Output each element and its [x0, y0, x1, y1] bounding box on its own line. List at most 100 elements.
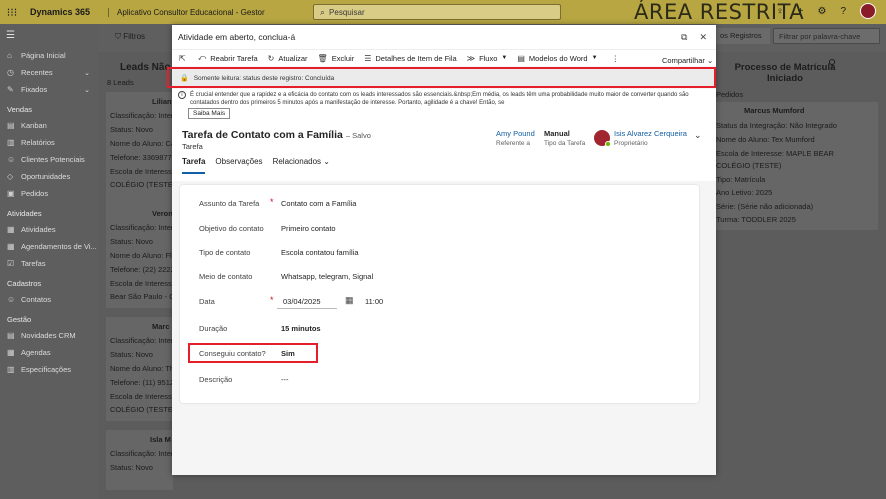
sidebar-item-contatos[interactable]: ☺ Contatos: [0, 291, 98, 308]
sidebar-item-clientes[interactable]: ☺ Clientes Potenciais: [0, 151, 98, 168]
chevron-down-icon: ⌄: [707, 56, 714, 65]
tab-observacoes[interactable]: Observações: [215, 157, 262, 174]
sidebar-item-kanban[interactable]: ▤ Kanban: [0, 117, 98, 134]
sidebar-item-atividades[interactable]: ▦ Atividades: [0, 221, 98, 238]
sidebar-group-atividades: Atividades: [7, 209, 42, 218]
info-notice: i É crucial entender que a rapidez e a e…: [172, 89, 716, 121]
calendar-icon: ▦: [7, 242, 15, 251]
sidebar-group-gestao: Gestão: [7, 315, 32, 324]
highlight-box-conseguiu-contato: [188, 343, 318, 363]
open-record-icon: ⇱: [179, 53, 186, 63]
user-avatar[interactable]: [860, 3, 876, 19]
order-icon: ▣: [7, 189, 15, 198]
top-actions: ♀ + ⚙ ?: [776, 3, 876, 19]
help-icon[interactable]: ?: [840, 6, 846, 17]
field-descricao: Descrição ---: [199, 375, 289, 384]
global-search-input[interactable]: ⌕ Pesquisar: [313, 4, 561, 20]
reopen-task-button[interactable]: ⤺ Reabrir Tarefa: [198, 53, 258, 63]
header-field-task-type: Manual Tipo da Tarefa: [544, 129, 586, 147]
open-record-button[interactable]: ⇱: [179, 54, 190, 63]
hamburger-icon[interactable]: ☰: [0, 24, 98, 47]
activity-icon: ▦: [7, 225, 15, 234]
keyword-filter-input[interactable]: Filtrar por palavra-chave: [773, 28, 880, 44]
header-field-owner: Isis Alvarez Cerqueira Proprietário: [614, 129, 687, 147]
close-icon[interactable]: ✕: [699, 32, 707, 43]
document-icon: ▥: [7, 365, 15, 374]
chevron-down-icon: ⌄: [323, 157, 330, 166]
sidebar-item-oportunidades[interactable]: ◇ Oportunidades: [0, 168, 98, 185]
more-commands-icon[interactable]: ⋮: [612, 54, 620, 63]
date-input-underline: [277, 308, 337, 309]
sidebar-group-vendas: Vendas: [7, 105, 33, 114]
lightbulb-icon[interactable]: ♀: [776, 6, 784, 17]
presence-indicator: [605, 141, 611, 147]
calendar-icon[interactable]: ▦: [345, 295, 354, 306]
share-button[interactable]: Compartilhar ⌄: [662, 56, 713, 65]
time-input[interactable]: 11:00: [365, 297, 383, 306]
app-name[interactable]: Aplicativo Consultor Educacional - Gesto…: [108, 7, 265, 17]
kanban-icon: ▤: [7, 121, 15, 130]
learn-more-button[interactable]: Saiba Mais: [188, 108, 231, 119]
lead-card[interactable]: Veron Classificação: Intere Status: Novo…: [106, 204, 179, 308]
brand-name[interactable]: Dynamics 365: [30, 7, 90, 17]
record-type: Tarefa: [182, 142, 203, 151]
flow-button[interactable]: ≫ Fluxo ▼: [467, 54, 508, 63]
flow-icon: ≫: [466, 53, 476, 63]
delete-button[interactable]: 🗑 Excluir: [318, 54, 355, 63]
clock-icon: ◷: [7, 68, 14, 77]
chevron-down-icon: ⌄: [84, 86, 90, 94]
news-icon: ▤: [7, 331, 15, 340]
open-in-new-window-icon[interactable]: ⧉: [681, 32, 687, 43]
lead-card[interactable]: Lilian Classificação: Intere Status: Nov…: [106, 92, 178, 212]
highlight-box-readonly: [167, 67, 716, 88]
home-icon: ⌂: [7, 51, 12, 60]
sidebar-item-relatorios[interactable]: ▥ Relatórios: [0, 134, 98, 151]
gear-icon[interactable]: ⚙: [817, 6, 826, 17]
chevron-down-icon: ▼: [501, 55, 508, 61]
word-templates-button[interactable]: ▤ Modelos do Word ▼: [517, 54, 597, 63]
sidebar-item-agendamentos[interactable]: ▦ Agendamentos de Vi...: [0, 238, 98, 255]
trash-icon: 🗑: [317, 53, 328, 63]
field-data: Data * 03/04/2025 ▦ 11:00: [199, 295, 679, 311]
tab-relacionados[interactable]: Relacionados ⌄: [273, 157, 330, 174]
calendar-icon: ▦: [7, 348, 15, 357]
filters-button[interactable]: ⛉ Filtros: [115, 32, 145, 42]
task-icon: ☑: [7, 259, 15, 268]
field-objetivo: Objetivo do contato Primeiro contato: [199, 224, 336, 233]
sidebar-item-tarefas[interactable]: ☑ Tarefas: [0, 255, 98, 272]
search-icon: ⌕: [320, 6, 326, 17]
chevron-down-icon: ▼: [591, 55, 598, 61]
sidebar-item-home[interactable]: ⌂ Página Inicial: [0, 47, 98, 64]
info-notice-text: É crucial entender que a rapidez e a efi…: [190, 92, 689, 106]
sidebar-item-recent[interactable]: ◷ Recentes ⌄: [0, 64, 98, 81]
required-indicator: *: [270, 295, 274, 305]
sidebar-item-pedidos[interactable]: ▣ Pedidos: [0, 185, 98, 202]
field-tipo-contato: Tipo de contato Escola contatou família: [199, 248, 359, 257]
report-icon: ▥: [7, 138, 15, 147]
task-dialog: Atividade em aberto, conclua-á ⧉ ✕ ⇱ ⤺ Re…: [172, 25, 716, 475]
queue-item-details-button[interactable]: ☰ Detalhes de Item de Fila: [364, 54, 456, 63]
date-input[interactable]: 03/04/2025: [283, 297, 321, 306]
expand-header-icon[interactable]: ⌄: [694, 130, 702, 141]
sidebar-item-pinned[interactable]: ✎ Fixados ⌄: [0, 81, 98, 98]
save-status: – Salvo: [345, 131, 371, 140]
plus-icon[interactable]: +: [798, 6, 804, 17]
process-card[interactable]: Marcus Mumford Status da Integração: Não…: [716, 102, 878, 230]
sidebar-item-agendas[interactable]: ▦ Agendas: [0, 344, 98, 361]
opportunity-icon: ◇: [7, 172, 14, 181]
records-button[interactable]: os Registros: [716, 28, 770, 44]
lead-card[interactable]: Marc Classificação: Intere Status: Novo …: [106, 317, 178, 421]
refresh-icon: ↻: [267, 53, 275, 63]
info-icon: i: [178, 91, 186, 99]
sidebar-item-especificacoes[interactable]: ▥ Especificações: [0, 361, 98, 378]
queue-icon: ☰: [364, 53, 372, 63]
sidebar-item-novidades[interactable]: ▤ Novidades CRM: [0, 327, 98, 344]
refresh-button[interactable]: ↻ Atualizar: [268, 54, 308, 63]
sidebar-group-cadastros: Cadastros: [7, 279, 42, 288]
lead-card[interactable]: Isla M Classificação: Intere Status: Nov…: [106, 430, 178, 490]
person-icon[interactable]: ⚲: [828, 58, 836, 72]
app-launcher-icon[interactable]: ⁝⁝⁝: [0, 6, 24, 19]
sidebar: ☰ ⌂ Página Inicial ◷ Recentes ⌄ ✎ Fixados ⌄ V…: [0, 24, 98, 499]
dialog-title-bar: Atividade em aberto, conclua-á ⧉ ✕: [172, 25, 716, 49]
tab-tarefa[interactable]: Tarefa: [182, 157, 206, 174]
